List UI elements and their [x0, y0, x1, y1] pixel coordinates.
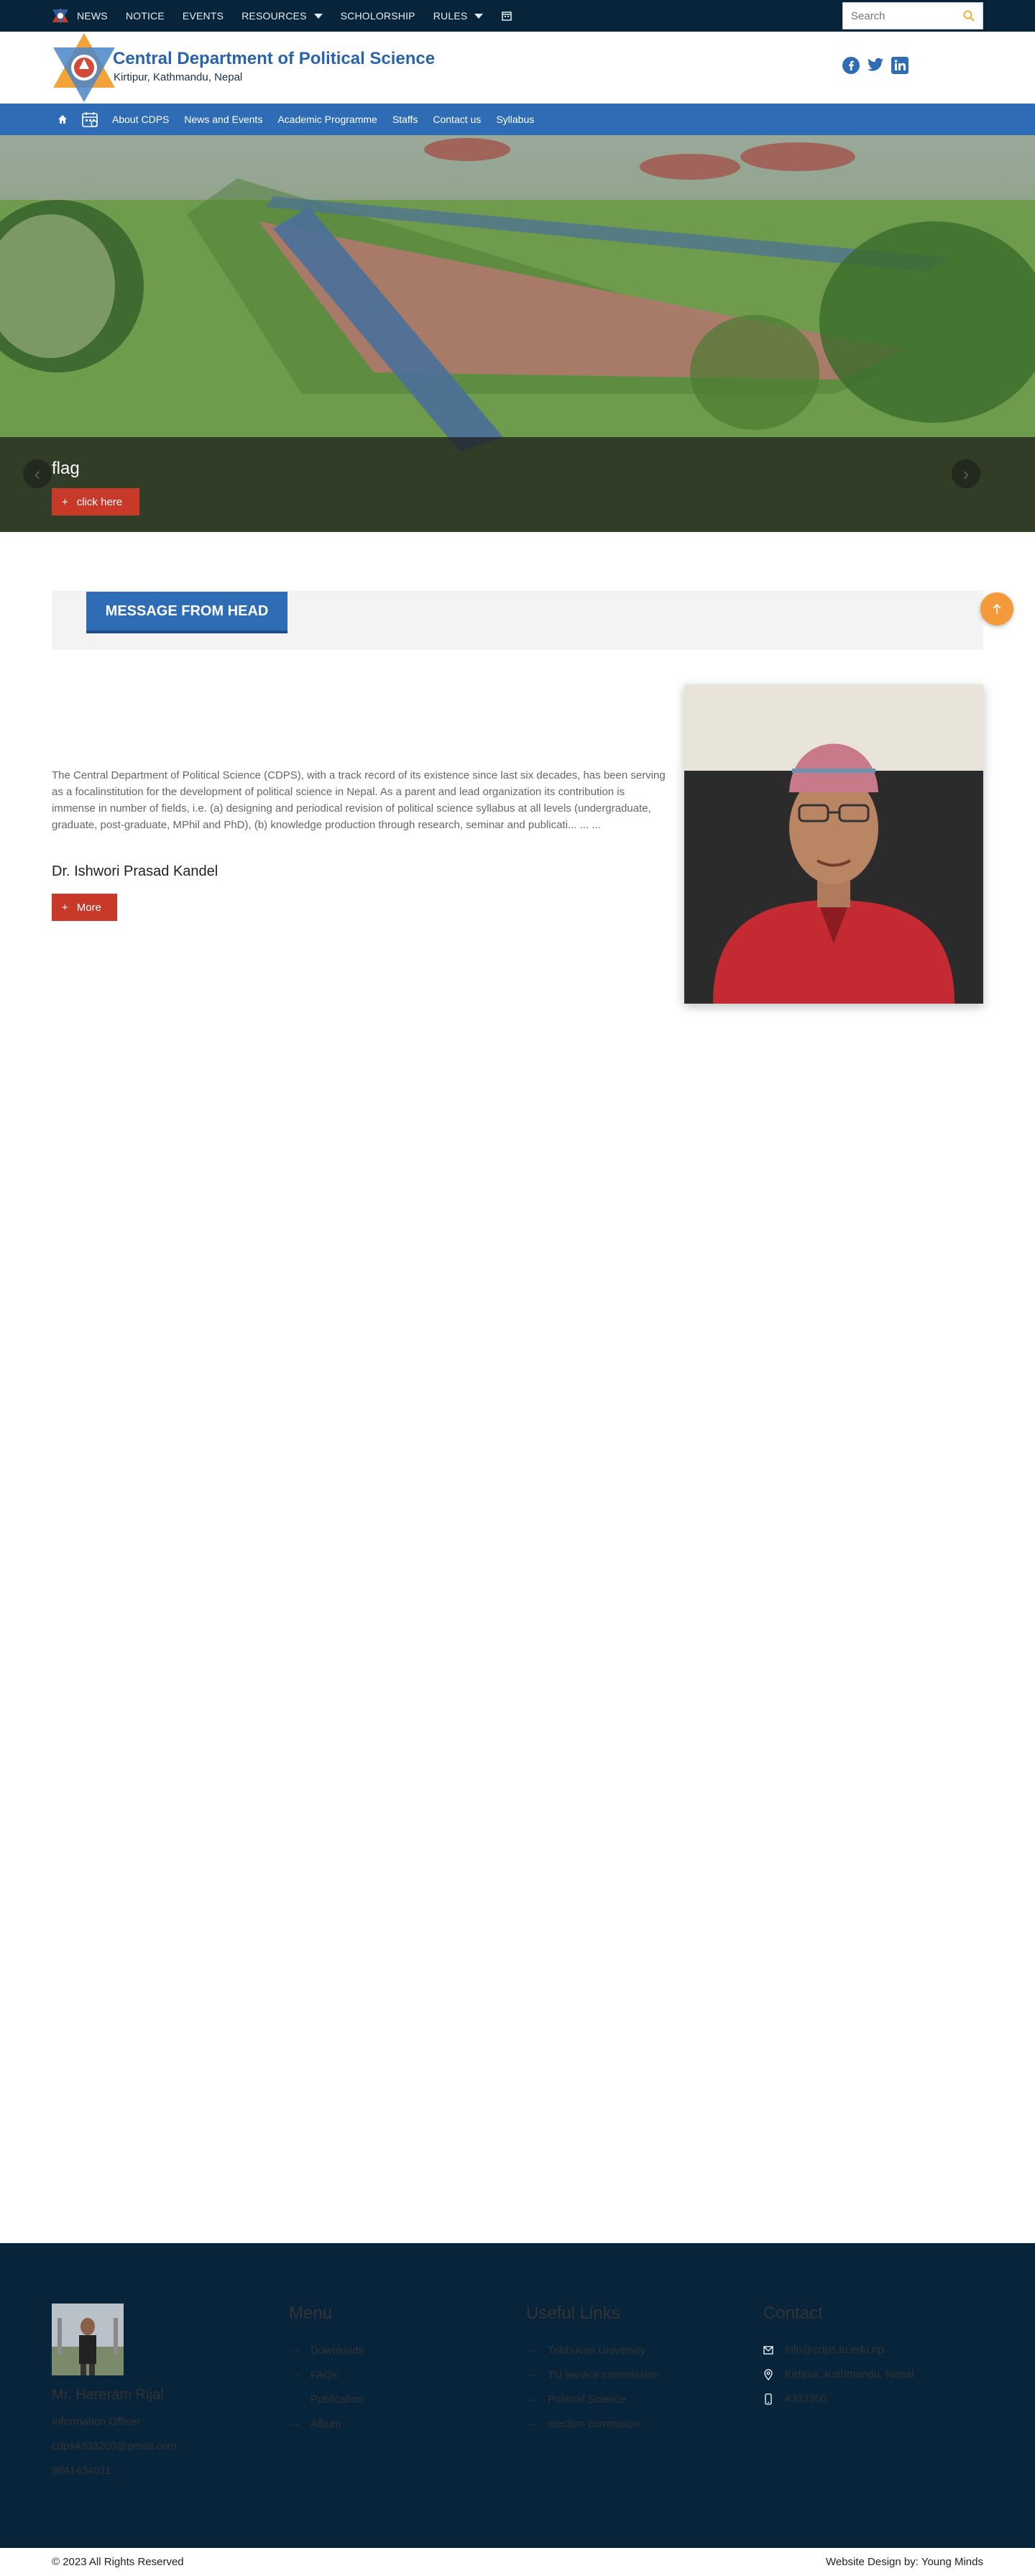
arrow-right-icon: →: [526, 2368, 538, 2380]
chevron-down-icon: [313, 13, 323, 19]
facebook-icon[interactable]: [842, 56, 860, 75]
footer-link-downloads[interactable]: → Downloads: [289, 2344, 364, 2357]
nav-about-cdps[interactable]: About CDPS: [112, 114, 169, 125]
contact-email[interactable]: info@cdps.tu.edu.np: [763, 2344, 884, 2356]
nav-news-and-events[interactable]: News and Events: [184, 114, 262, 125]
topnav-item-news[interactable]: NEWS: [77, 10, 108, 22]
officer-email[interactable]: cdps4333200@gmail.com: [52, 2440, 177, 2452]
department-logo[interactable]: [52, 32, 116, 104]
chevron-down-icon: [474, 13, 484, 19]
footer-link-tu-service-commission[interactable]: → TU service commission: [526, 2368, 659, 2381]
arrow-right-icon: →: [526, 2344, 538, 2356]
nav-academic-programme[interactable]: Academic Programme: [277, 114, 377, 125]
arrow-right-icon: →: [289, 2344, 300, 2356]
arrow-right-icon: →: [289, 2368, 300, 2380]
site-title[interactable]: Central Department of Political Science: [113, 49, 435, 69]
footer-link-election-commision[interactable]: → election commision: [526, 2417, 640, 2430]
phone-icon: [765, 2393, 772, 2405]
footer-link-faqs[interactable]: → FAQs: [289, 2368, 338, 2381]
topnav-item-scholorship[interactable]: SCHOLORSHIP: [341, 10, 415, 22]
arrow-right-icon: →: [289, 2393, 300, 2405]
officer-photo: [52, 2304, 124, 2375]
contact-phone: 4333200: [763, 2393, 827, 2405]
topnav-item-rules[interactable]: RULES: [433, 10, 484, 22]
message-body: The Central Department of Political Scie…: [52, 769, 666, 831]
footer-useful-links-title: Useful Links: [526, 2304, 620, 2323]
officer-name: Mr. Hareram Rijal: [52, 2387, 164, 2403]
topnav-item-notice[interactable]: NOTICE: [126, 10, 165, 22]
scroll-to-top-button[interactable]: [980, 592, 1013, 625]
contact-address: Kirtipur, Kathmandu, Nepal: [763, 2368, 914, 2380]
hero-slider: ‹ › flag + click here: [0, 135, 1035, 532]
location-pin-icon: [764, 2368, 773, 2380]
calendar-icon[interactable]: [80, 110, 99, 129]
linkedin-icon[interactable]: [891, 56, 909, 75]
arrow-right-icon: →: [526, 2393, 538, 2405]
arrow-up-icon: [993, 603, 1001, 614]
topnav-item-events[interactable]: EVENTS: [183, 10, 224, 22]
slider-caption-overlay: [0, 437, 1035, 532]
nav-contact-us[interactable]: Contact us: [433, 114, 481, 125]
top-bar: NEWS NOTICE EVENTS RESOURCES SCHOLORSHIP…: [0, 0, 1035, 32]
twitter-icon[interactable]: [866, 56, 885, 75]
click-here-label: click here: [76, 495, 123, 508]
footer-link-tribhuvan-university[interactable]: → Tribhuvan University: [526, 2344, 645, 2357]
home-icon[interactable]: [58, 114, 68, 124]
officer-role: Information Officer: [52, 2416, 141, 2428]
top-nav: NEWS NOTICE EVENTS RESOURCES SCHOLORSHIP…: [77, 0, 512, 32]
footer-contact-title: Contact: [763, 2304, 823, 2323]
footer-link-publication[interactable]: → Publication: [289, 2393, 363, 2406]
calendar-icon[interactable]: [501, 10, 512, 22]
topnav-item-resources[interactable]: RESOURCES: [242, 10, 323, 22]
head-name: Dr. Ishwori Prasad Kandel: [52, 863, 218, 879]
arrow-right-icon: →: [289, 2417, 300, 2429]
search-box: [842, 2, 983, 29]
plus-icon: +: [62, 495, 68, 508]
click-here-button[interactable]: + click here: [52, 488, 139, 515]
copyright: © 2023 All Rights Reserved: [52, 2556, 184, 2568]
nav-staffs[interactable]: Staffs: [392, 114, 418, 125]
site-subtitle: Kirtipur, Kathmandu, Nepal: [114, 71, 243, 83]
search-input[interactable]: [843, 3, 958, 29]
footer-menu-title: Menu: [289, 2304, 333, 2323]
footer-link-album[interactable]: → Album: [289, 2417, 341, 2430]
design-credit[interactable]: Website Design by: Young Minds: [826, 2556, 983, 2568]
footer-link-political-science[interactable]: → Political Science: [526, 2393, 626, 2406]
officer-phone: 9841434011: [52, 2465, 111, 2477]
more-button[interactable]: + More: [52, 894, 117, 921]
section-title: MESSAGE FROM HEAD: [86, 592, 288, 633]
bottom-bar: © 2023 All Rights Reserved Website Desig…: [0, 2548, 1035, 2576]
nav-syllabus[interactable]: Syllabus: [496, 114, 534, 125]
plus-icon: +: [62, 901, 68, 914]
arrow-right-icon: →: [526, 2417, 538, 2429]
slider-caption: flag: [52, 459, 80, 478]
more-label: More: [76, 901, 101, 914]
social-links: [842, 56, 909, 75]
head-photo: [684, 684, 983, 1004]
main-nav: About CDPS News and Events Academic Prog…: [0, 104, 1035, 135]
search-icon[interactable]: [962, 9, 975, 22]
tu-emblem-icon: [52, 8, 68, 24]
envelope-icon: [763, 2345, 773, 2355]
